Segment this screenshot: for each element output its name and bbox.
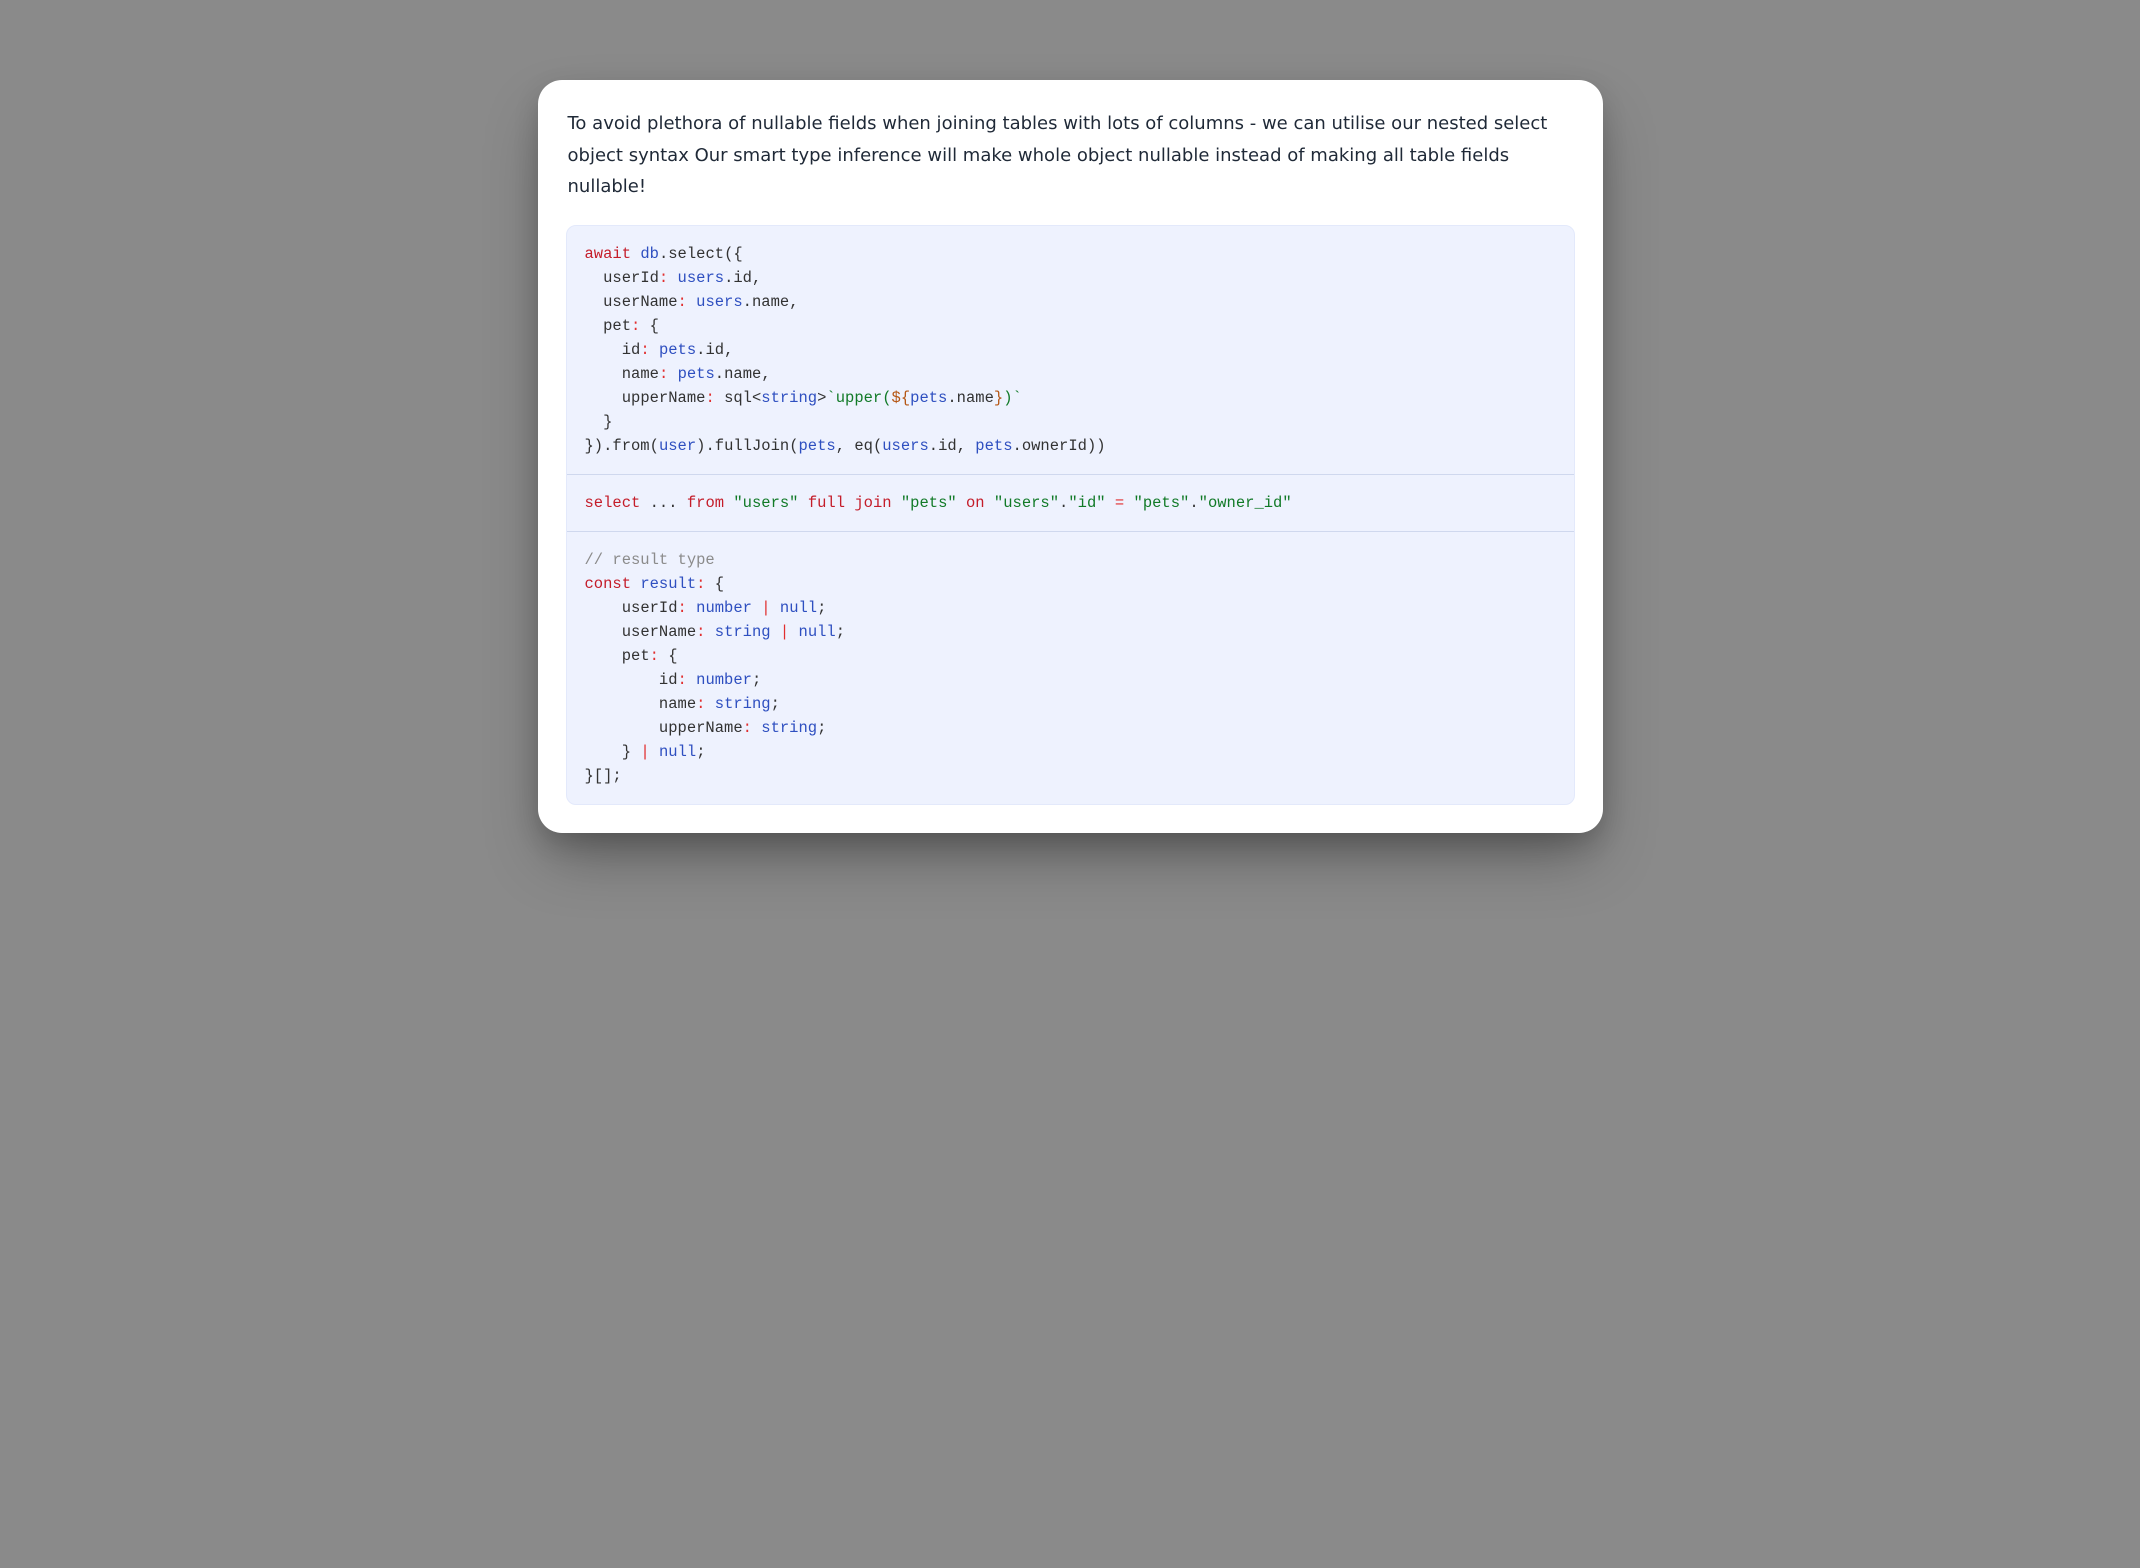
method-select: select <box>668 245 724 263</box>
code-block-ts-query: await db.select({ userId: users.id, user… <box>567 226 1574 474</box>
code-block-result-type: // result type const result: { userId: n… <box>567 531 1574 804</box>
fn-sql: sql <box>724 389 752 407</box>
doc-card: To avoid plethora of nullable fields whe… <box>538 80 1603 833</box>
ident-db: db <box>640 245 659 263</box>
method-fullJoin: fullJoin <box>715 437 789 455</box>
prop-userName: userName <box>603 293 677 311</box>
kw-select: select <box>585 494 641 512</box>
prop-pet: pet <box>603 317 631 335</box>
intro-paragraph: To avoid plethora of nullable fields whe… <box>568 108 1573 203</box>
code-block-sql: select ... from "users" full join "pets"… <box>567 474 1574 531</box>
kw-const: const <box>585 575 632 593</box>
kw-await: await <box>585 245 632 263</box>
code-frame: await db.select({ userId: users.id, user… <box>566 225 1575 805</box>
method-from: from <box>612 437 649 455</box>
ident-result: result <box>640 575 696 593</box>
prop-userId: userId <box>603 269 659 287</box>
comment: // result type <box>585 551 715 569</box>
